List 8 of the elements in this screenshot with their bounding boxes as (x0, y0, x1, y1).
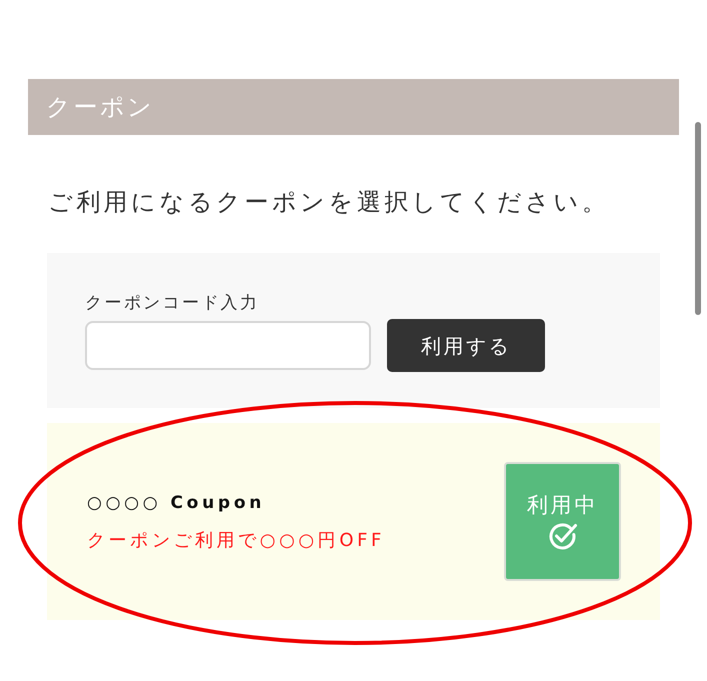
apply-button[interactable]: 利用する (387, 319, 545, 372)
code-entry-label: クーポンコード入力 (85, 293, 260, 313)
coupon-title: ○○○○ Coupon (87, 492, 266, 514)
check-circle-icon (548, 522, 578, 551)
coupon-description: クーポンご利用で○○○円OFF (87, 530, 385, 552)
coupon-code-field[interactable] (85, 321, 371, 370)
instruction-text: ご利用になるクーポンを選択してください。 (48, 188, 610, 216)
section-title: クーポン (46, 95, 155, 119)
